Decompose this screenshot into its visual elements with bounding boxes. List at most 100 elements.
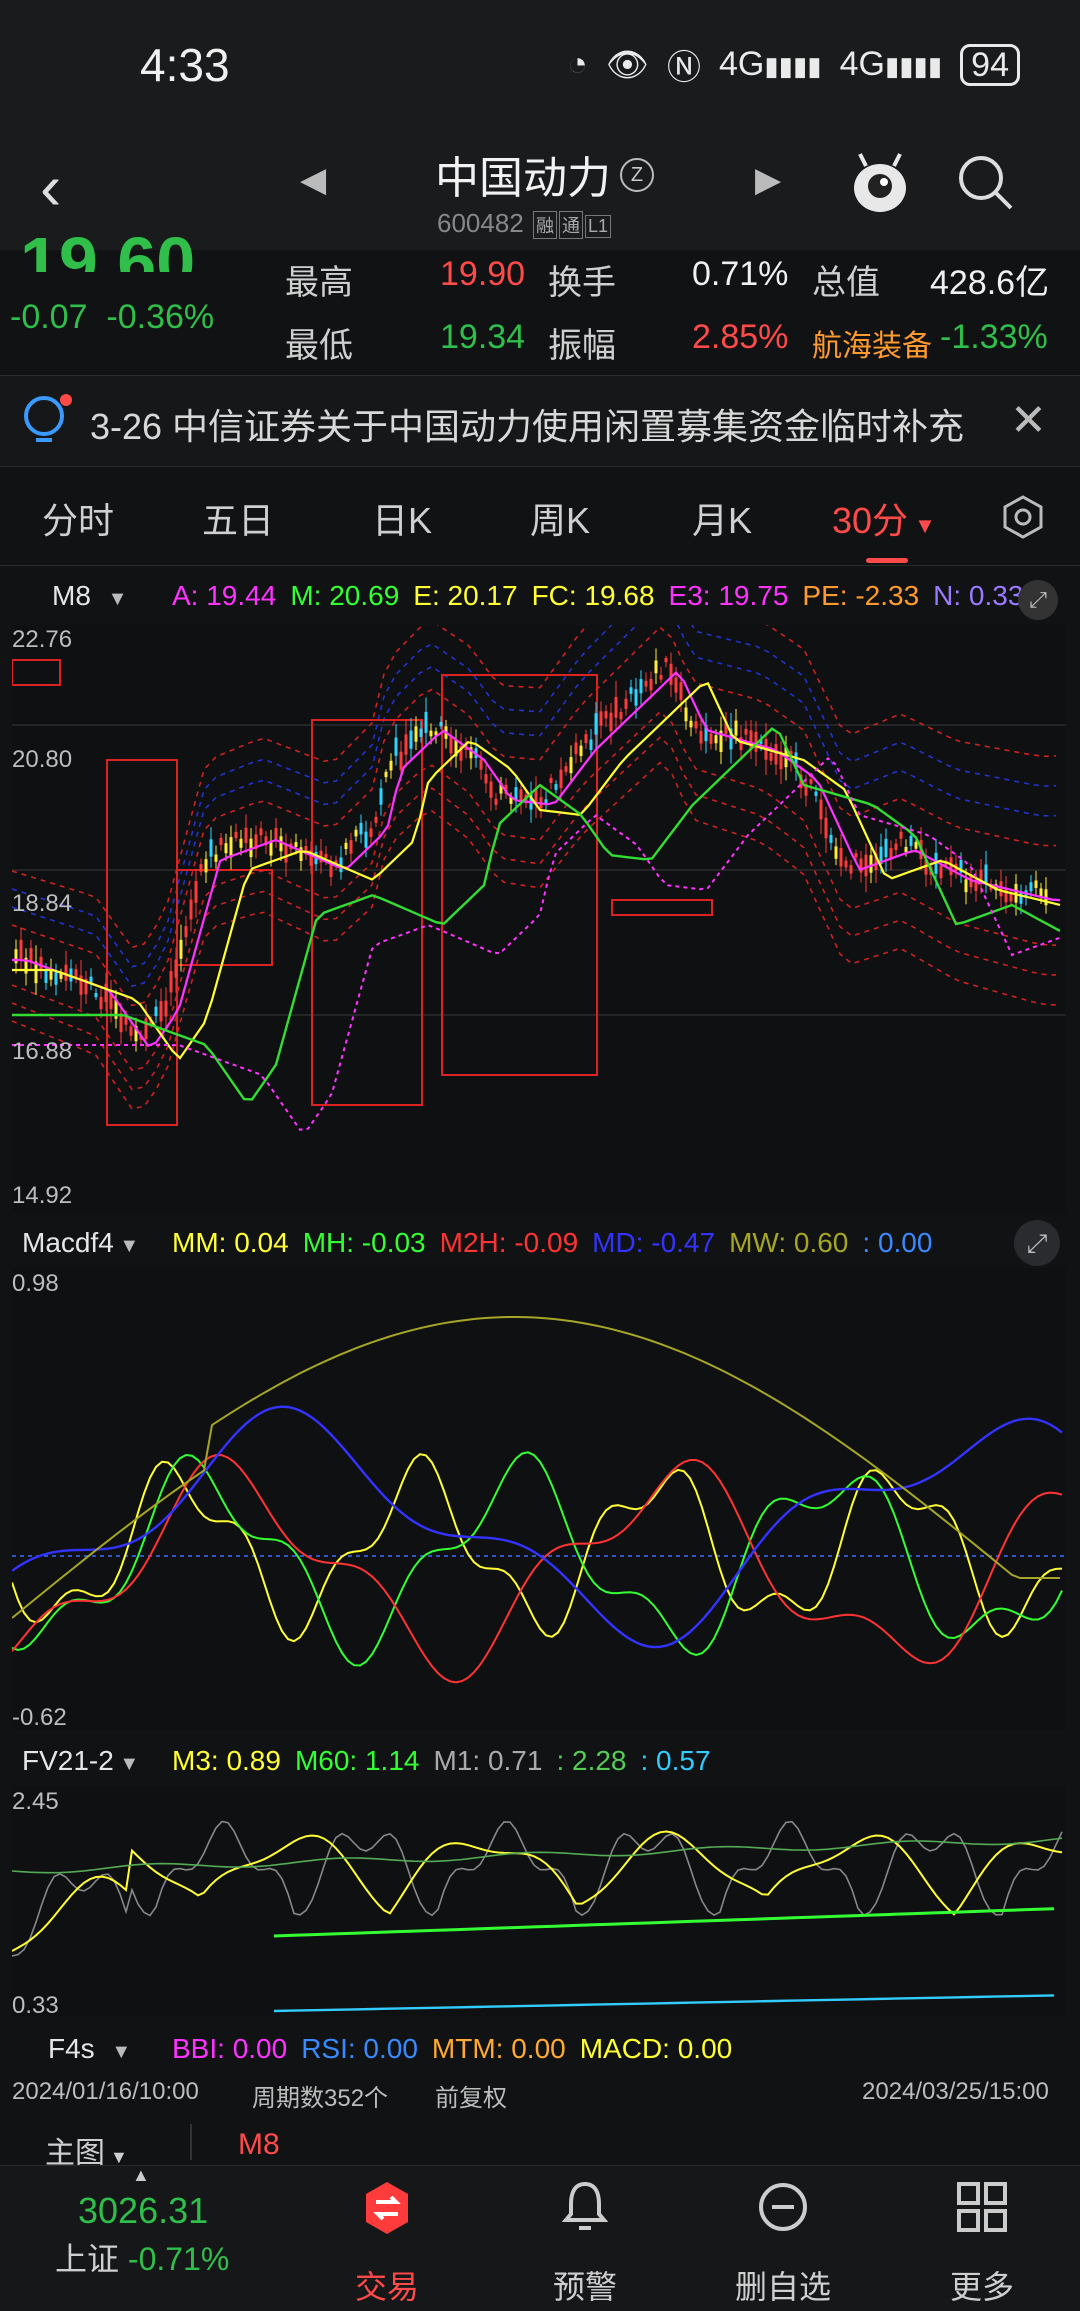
main-legend-item: FC: 19.68 xyxy=(531,580,655,611)
main-chart[interactable] xyxy=(12,625,1066,1213)
base-line xyxy=(273,1994,1055,2013)
candle-body xyxy=(239,838,243,848)
notice-text[interactable]: 3-26 中信证券关于中国动力使用闲置募集资金临时补充 xyxy=(90,398,1010,450)
search-icon[interactable] xyxy=(955,152,1015,212)
candle-body xyxy=(259,828,263,836)
tab-weekly-k[interactable]: 周K xyxy=(530,492,590,544)
tab-30min[interactable]: 30分 ▼ xyxy=(832,492,936,544)
candle-body xyxy=(589,739,593,750)
remove-watchlist-icon[interactable] xyxy=(756,2180,810,2234)
candle-body xyxy=(844,860,848,868)
f4s-indicator-name[interactable]: F4s ▼ xyxy=(48,2033,131,2065)
stock-code: 600482 融通 L1 xyxy=(437,208,612,239)
candle-body xyxy=(29,947,33,963)
amplitude-label: 振幅 xyxy=(548,327,616,365)
range-end: 2024/03/25/15:00 xyxy=(862,2078,1049,2105)
f4s-legend: BBI: 0.00 RSI: 0.00 MTM: 0.00 MACD: 0.00 xyxy=(172,2033,1052,2065)
status-time: 4:33 xyxy=(140,39,230,91)
candle-body xyxy=(909,835,913,846)
envelope-band xyxy=(12,625,1057,949)
nav-trade[interactable]: 交易 xyxy=(317,2262,457,2308)
macd-legend-item: M2H: -0.09 xyxy=(439,1227,579,1258)
macd-indicator-name[interactable]: Macdf4 ▼ xyxy=(22,1227,139,1259)
candle-body xyxy=(39,956,43,971)
y-label-4: 16.88 xyxy=(12,1038,73,1065)
candle-body xyxy=(829,834,833,843)
main-indicator-name[interactable]: M8 ▼ xyxy=(52,580,127,612)
candle-body xyxy=(869,855,873,873)
chevron-up-icon[interactable]: ▲ xyxy=(132,2165,150,2186)
envelope-band xyxy=(12,710,1057,1071)
close-icon[interactable]: ✕ xyxy=(1010,395,1047,446)
candle-body xyxy=(864,854,868,877)
candle-body xyxy=(394,737,398,756)
candle-body xyxy=(574,742,578,755)
fv-chart[interactable] xyxy=(12,1786,1066,2016)
trade-icon[interactable] xyxy=(362,2180,412,2236)
prev-stock-icon[interactable]: ◀ xyxy=(300,160,326,200)
candle-body xyxy=(674,677,678,693)
candle-body xyxy=(19,939,23,960)
candle-body xyxy=(14,949,18,964)
candle-body xyxy=(274,828,278,840)
bulb-icon xyxy=(24,394,72,442)
settings-icon[interactable] xyxy=(1000,494,1046,540)
next-stock-icon[interactable]: ▶ xyxy=(755,160,781,200)
expand-icon[interactable]: ⤢ xyxy=(1018,580,1058,620)
candle-body xyxy=(229,837,233,858)
fv-indicator-name[interactable]: FV21-2 ▼ xyxy=(22,1745,139,1777)
macd-chart[interactable] xyxy=(12,1268,1066,1730)
candle-body xyxy=(449,736,453,754)
fv-y-top: 2.45 xyxy=(12,1788,59,1815)
high-value: 19.90 xyxy=(440,255,526,293)
tab-monthly-k[interactable]: 月K xyxy=(692,492,752,544)
candle-body xyxy=(1034,880,1038,888)
main-legend-item: PE: -2.33 xyxy=(802,580,920,611)
macd-y-top: 0.98 xyxy=(12,1270,59,1297)
nav-remove-watchlist[interactable]: 删自选 xyxy=(713,2262,853,2308)
index-value[interactable]: 3026.31 xyxy=(78,2190,208,2232)
chevron-down-icon: ▼ xyxy=(94,2041,132,2063)
tab-daily-k[interactable]: 日K xyxy=(372,492,432,544)
change-pct: -0.36% xyxy=(106,298,215,336)
nav-more[interactable]: 更多 xyxy=(912,2262,1052,2308)
candle-body xyxy=(584,734,588,744)
bell-icon[interactable] xyxy=(560,2178,610,2234)
mascot-icon[interactable] xyxy=(850,150,910,216)
macd-legend-item: MD: -0.47 xyxy=(592,1227,716,1258)
candle-body xyxy=(809,779,813,784)
back-icon[interactable]: ‹ xyxy=(40,150,61,224)
f4s-legend-item: MACD: 0.00 xyxy=(579,2033,733,2064)
candle-body xyxy=(489,781,493,798)
grid-more-icon[interactable] xyxy=(955,2180,1009,2234)
y-label-1: 22.76 xyxy=(12,626,73,653)
sector-label[interactable]: 航海装备 xyxy=(812,321,932,365)
nav-alert[interactable]: 预警 xyxy=(515,2262,655,2308)
candle-body xyxy=(349,840,353,854)
candle-body xyxy=(234,831,238,839)
tab-five-day[interactable]: 五日 xyxy=(202,492,274,544)
tab-active-indicator xyxy=(866,558,908,563)
candle-body xyxy=(654,660,658,674)
candle-body xyxy=(219,837,223,845)
candle-body xyxy=(419,728,423,737)
price-change: -0.07 -0.36% xyxy=(10,298,214,337)
candle-body xyxy=(344,842,348,850)
main-legend-item: M: 20.69 xyxy=(290,580,400,611)
candle-body xyxy=(634,689,638,706)
fullscreen-icon[interactable]: ⤢ xyxy=(1014,1220,1060,1266)
tab-intraday[interactable]: 分时 xyxy=(42,492,114,544)
candle-body xyxy=(409,730,413,749)
mcap-label: 总值 xyxy=(812,264,880,302)
index-change[interactable]: 上证 -0.71% xyxy=(55,2234,229,2280)
candle-body xyxy=(734,720,738,736)
candle-body xyxy=(159,1001,163,1022)
index-chg: -0.71% xyxy=(127,2241,230,2277)
candle-body xyxy=(369,828,373,837)
chart-subtabs: 主图 ▼ M8 xyxy=(0,2118,1080,2170)
range-start: 2024/01/16/10:00 xyxy=(12,2078,199,2105)
subtab-indicator[interactable]: M8 xyxy=(238,2128,280,2162)
chevron-down-icon: ▼ xyxy=(113,1753,140,1775)
candle-body xyxy=(199,864,203,872)
candle-body xyxy=(744,728,748,735)
